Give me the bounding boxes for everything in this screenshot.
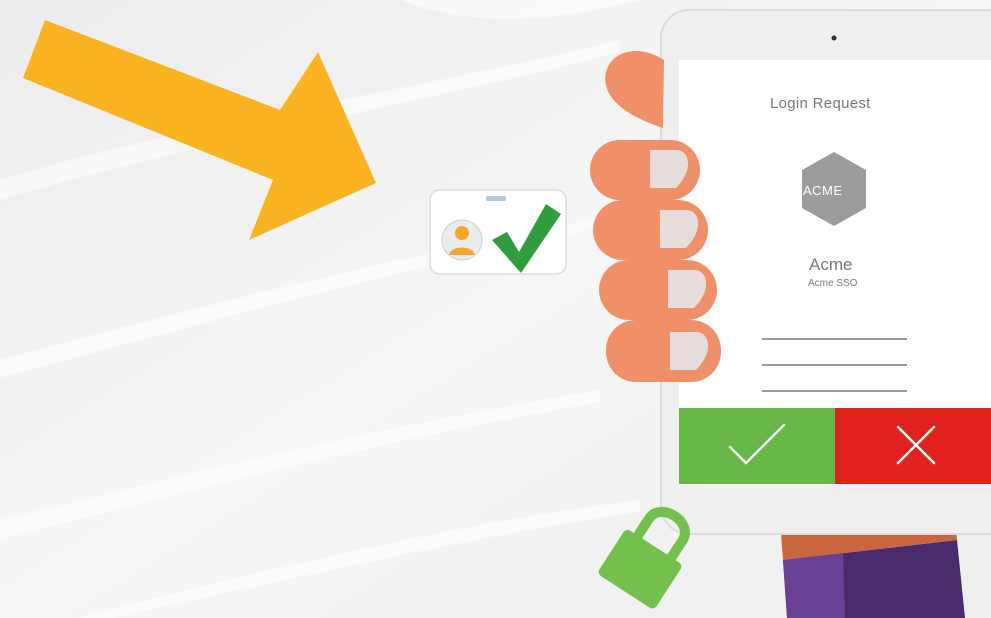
illustration-canvas (0, 0, 991, 618)
approve-button[interactable] (679, 408, 835, 484)
acme-logo-text: ACME (803, 183, 843, 198)
app-subtitle: Acme SSO (808, 278, 858, 289)
sleeve-highlight (783, 552, 845, 618)
tablet-camera (831, 35, 837, 41)
login-request-illustration: Login Request ACME Acme Acme SSO (0, 0, 991, 618)
login-request-title: Login Request (770, 95, 871, 112)
app-name: Acme (809, 255, 853, 274)
deny-button[interactable] (835, 408, 991, 484)
